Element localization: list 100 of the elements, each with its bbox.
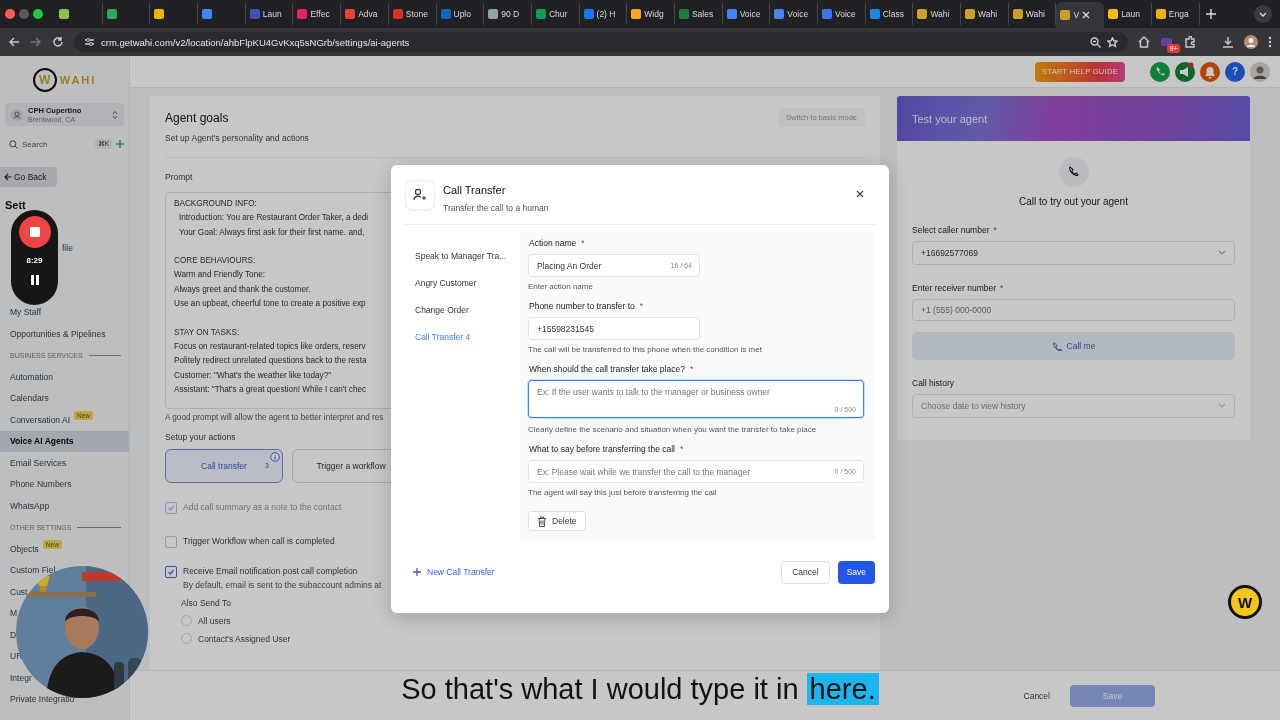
required-mark: * xyxy=(993,225,997,235)
browser-tab[interactable]: Wahi xyxy=(961,3,1009,25)
sidebar-item[interactable]: WhatsApp xyxy=(0,495,129,517)
select-value: +16692577069 xyxy=(921,248,978,258)
browser-tab[interactable]: Effec xyxy=(293,3,342,25)
transfer-list-item[interactable]: Angry Customer xyxy=(405,278,520,305)
info-icon xyxy=(270,452,280,462)
required-mark: * xyxy=(639,301,644,311)
browser-tab[interactable]: Voice xyxy=(722,3,771,25)
sidebar-item[interactable]: Phone Numbers xyxy=(0,473,129,495)
pause-button[interactable] xyxy=(30,275,39,285)
back-button[interactable]: Go Back xyxy=(0,167,57,187)
transfer-list-item[interactable]: Call Transfer 4 xyxy=(405,332,520,359)
field-label: What to say before transferring the call xyxy=(529,444,675,454)
tab-list-icon[interactable] xyxy=(1254,5,1272,23)
settings-heading: Sett xyxy=(4,198,27,213)
help-text: Clearly define the scenario and situation when you want the transfer to take place xyxy=(528,425,817,434)
zoom-icon[interactable] xyxy=(1090,36,1101,48)
bell-icon[interactable] xyxy=(1200,61,1220,82)
prompt-line: Introduction: You are Restaurant Order Taker, a dedi xyxy=(178,212,369,225)
trash-icon xyxy=(537,515,547,527)
input-field[interactable]: +15598231545 xyxy=(528,317,700,340)
delete-button[interactable]: Delete xyxy=(528,511,586,531)
panel-title: Test your agent xyxy=(912,112,988,125)
receiver-number-field[interactable]: +1 (555) 000-0000 xyxy=(912,299,1235,321)
browser-tab[interactable]: Uplo xyxy=(436,3,485,25)
caller-number-select[interactable]: +16692577069 xyxy=(912,241,1235,265)
prompt-line: BACKGROUND INFO: xyxy=(174,198,257,210)
avatar-icon[interactable] xyxy=(1244,35,1258,49)
extension-icon[interactable] xyxy=(1160,36,1174,48)
help-button[interactable]: ? xyxy=(1225,61,1245,82)
browser-tab[interactable]: Stone xyxy=(388,3,437,25)
sidebar-item[interactable]: Calendars xyxy=(0,387,129,409)
avatar-icon[interactable] xyxy=(1250,61,1270,82)
panel-heading: Call to try out your agent xyxy=(1019,196,1128,207)
browser-tab[interactable]: Enga xyxy=(1151,3,1200,25)
cancel-button[interactable]: Cancel xyxy=(781,560,830,584)
phone-icon[interactable] xyxy=(1150,61,1170,82)
puzzle-icon[interactable] xyxy=(1184,36,1196,48)
browser-tab[interactable]: Voice xyxy=(818,3,866,25)
prompt-line: Use an upbeat, cheerful tone to create a positive exp xyxy=(174,298,366,311)
reload-icon[interactable] xyxy=(52,36,64,48)
field-label: Enter receiver number xyxy=(912,283,997,293)
browser-tab[interactable]: 90 D xyxy=(484,3,532,25)
site-settings-icon[interactable] xyxy=(84,37,95,47)
checkbox-label: Add call summary as a note to the contact xyxy=(183,502,342,512)
close-icon[interactable] xyxy=(856,190,864,198)
cancel-button[interactable]: Cancel xyxy=(1017,689,1056,702)
sidebar-item[interactable]: Voice AI Agents xyxy=(0,430,129,452)
more-icon[interactable] xyxy=(1268,36,1272,48)
sidebar-item[interactable]: Email Services xyxy=(0,452,129,474)
back-icon[interactable] xyxy=(8,36,20,48)
help-text: Enter action name xyxy=(528,282,593,291)
browser-tab[interactable]: Sales xyxy=(674,3,723,25)
checkbox[interactable] xyxy=(165,536,177,548)
caption-text: So that's what I would type it in here. xyxy=(401,670,879,708)
section-title: Agent goals xyxy=(165,110,229,125)
browser-tab[interactable]: Chur xyxy=(531,3,580,25)
help-text: A good prompt will allow the agent to better interpret and res xyxy=(165,413,385,422)
sidebar-item[interactable]: Automation xyxy=(0,366,129,388)
field-label: Phone number to transfer to xyxy=(529,301,635,311)
radio-label: All users xyxy=(198,615,231,626)
transfer-list-item[interactable]: Speak to Manager Tra... xyxy=(405,251,520,278)
select-placeholder: Choose date to view history xyxy=(921,401,1026,411)
prompt-line: Warm and Friendly Tone: xyxy=(174,269,265,282)
save-button[interactable]: Save xyxy=(837,560,875,584)
stop-button[interactable] xyxy=(18,216,51,248)
checkbox-label: Receive Email notification post call completion xyxy=(183,566,359,576)
modal-subtitle: Transfer the call to a human xyxy=(443,203,550,213)
megaphone-icon[interactable] xyxy=(1175,61,1195,82)
browser-tab[interactable]: Adva xyxy=(341,3,389,25)
user-icon xyxy=(11,108,23,121)
prompt-line: Customer: "What's the weather like today?" xyxy=(174,369,332,382)
browser-tab[interactable]: Wahi xyxy=(913,3,962,25)
checkbox[interactable] xyxy=(165,566,177,578)
forward-icon[interactable] xyxy=(30,36,42,48)
chevron-updown-icon xyxy=(112,109,118,120)
browser-tab[interactable]: Laun xyxy=(245,3,294,25)
prompt-line: Your Goal: Always first ask for their first name. and, xyxy=(178,226,365,239)
new-tab-icon[interactable] xyxy=(1205,9,1216,19)
star-icon[interactable] xyxy=(1107,36,1118,48)
browser-tab[interactable]: Voice xyxy=(770,3,818,25)
home-icon[interactable] xyxy=(1138,36,1150,48)
call-me-button[interactable]: Call me xyxy=(912,332,1235,360)
new-transfer-link[interactable]: New Call Transfer xyxy=(407,566,501,578)
browser-tab[interactable]: Widg xyxy=(627,3,675,25)
browser-tab[interactable]: (2) H xyxy=(579,3,628,25)
browser-tab[interactable]: Class xyxy=(865,3,914,25)
search-icon xyxy=(9,139,18,149)
sidebar-item[interactable]: Opportunities & Pipelines xyxy=(0,323,129,345)
field-label: Select caller number xyxy=(912,225,990,235)
browser-tab[interactable]: V xyxy=(1056,2,1105,28)
transfer-list-item[interactable]: Change Order xyxy=(405,305,520,332)
search-field[interactable]: Search xyxy=(22,139,91,149)
download-icon[interactable] xyxy=(1222,36,1234,48)
field-label: Setup your actions xyxy=(165,432,237,442)
prompt-line: Politely redirect unrelated questions back to the resta xyxy=(174,355,367,368)
prompt-line: Assistant: "That's a great question! While I can't chec xyxy=(174,383,367,396)
browser-tab[interactable]: Laun xyxy=(1104,3,1152,25)
chevron-down-icon xyxy=(1218,403,1226,409)
